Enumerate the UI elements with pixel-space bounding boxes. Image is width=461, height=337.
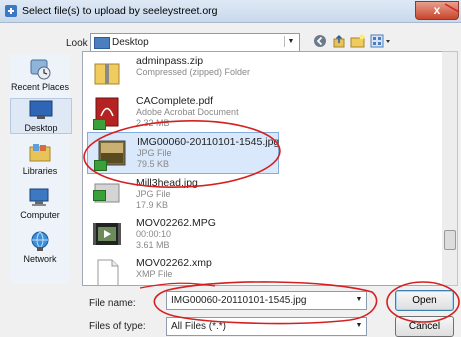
place-label: Recent Places bbox=[10, 82, 70, 92]
checkmark-icon bbox=[93, 190, 106, 201]
window-title: Select file(s) to upload by seeleystreet… bbox=[22, 5, 218, 17]
place-desktop[interactable]: Desktop bbox=[10, 98, 72, 134]
place-label: Libraries bbox=[22, 166, 58, 176]
file-type: JPG File bbox=[137, 148, 172, 158]
file-size: 79.5 KB bbox=[137, 159, 170, 169]
filename-input[interactable]: IMG00060-20110101-1545.jpg ▼ bbox=[166, 291, 367, 310]
place-network[interactable]: Network bbox=[10, 230, 70, 264]
list-item[interactable]: Mill3head.jpg JPG File 17.9 KB bbox=[83, 174, 443, 214]
list-item[interactable]: CAComplete.pdf Adobe Acrobat Document 2.… bbox=[83, 92, 443, 132]
place-label: Desktop bbox=[24, 123, 58, 133]
places-bar: Recent Places Desktop Libraries Computer… bbox=[10, 54, 72, 284]
list-item[interactable]: MOV02262.MPG 00:00:10 3.61 MB bbox=[83, 214, 443, 254]
video-file-icon bbox=[93, 223, 121, 245]
file-list[interactable]: adminpass.zip Compressed (zipped) Folder… bbox=[82, 51, 444, 286]
desktop-icon bbox=[29, 100, 53, 119]
list-item-selected[interactable]: IMG00060-20110101-1545.jpg JPG File 79.5… bbox=[87, 132, 279, 174]
checkmark-icon bbox=[93, 119, 106, 130]
chevron-down-icon[interactable]: ▼ bbox=[354, 320, 364, 332]
libraries-icon bbox=[29, 144, 51, 162]
place-label: Network bbox=[23, 254, 57, 264]
document-icon bbox=[97, 259, 119, 285]
filetype-value: All Files (*.*) bbox=[171, 321, 227, 332]
new-folder-icon[interactable] bbox=[350, 34, 366, 48]
file-type: XMP File bbox=[136, 269, 173, 279]
filetype-label: Files of type: bbox=[89, 321, 146, 332]
recent-places-icon bbox=[30, 59, 51, 80]
file-size: 17.9 KB bbox=[136, 200, 169, 210]
chevron-down-icon[interactable]: ▼ bbox=[354, 294, 364, 306]
filename-label: File name: bbox=[89, 298, 136, 309]
cancel-button[interactable]: Cancel bbox=[395, 316, 454, 337]
title-bar: Select file(s) to upload by seeleystreet… bbox=[0, 0, 461, 23]
filetype-select[interactable]: All Files (*.*) ▼ bbox=[166, 317, 367, 336]
scrollbar-thumb[interactable] bbox=[444, 230, 456, 250]
file-type: Compressed (zipped) Folder bbox=[136, 67, 251, 77]
zip-folder-icon bbox=[94, 63, 120, 85]
desktop-folder-icon bbox=[94, 37, 110, 49]
file-name: IMG00060-20110101-1545.jpg bbox=[137, 136, 280, 148]
file-name: Mill3head.jpg bbox=[136, 177, 198, 189]
computer-icon bbox=[29, 188, 49, 206]
app-icon bbox=[5, 5, 17, 17]
vertical-scrollbar[interactable] bbox=[442, 51, 458, 286]
file-name: CAComplete.pdf bbox=[136, 95, 214, 107]
list-item[interactable]: adminpass.zip Compressed (zipped) Folder bbox=[83, 52, 443, 92]
place-computer[interactable]: Computer bbox=[10, 186, 70, 220]
file-duration: 00:00:10 bbox=[136, 229, 172, 239]
up-folder-icon[interactable] bbox=[332, 34, 346, 48]
close-button[interactable]: x bbox=[415, 1, 459, 20]
file-name: adminpass.zip bbox=[136, 55, 204, 67]
file-type: JPG File bbox=[136, 189, 171, 199]
file-type: Adobe Acrobat Document bbox=[136, 107, 239, 117]
back-icon[interactable] bbox=[313, 34, 327, 48]
file-size: 3.61 MB bbox=[136, 240, 170, 250]
lookin-value: Desktop bbox=[112, 37, 149, 48]
network-icon bbox=[31, 231, 49, 251]
filename-value: IMG00060-20110101-1545.jpg bbox=[171, 295, 307, 306]
place-libraries[interactable]: Libraries bbox=[10, 142, 70, 176]
place-label: Computer bbox=[20, 210, 60, 220]
checkmark-icon bbox=[94, 160, 107, 171]
list-item[interactable]: MOV02262.xmp XMP File bbox=[83, 254, 443, 285]
views-icon[interactable] bbox=[370, 34, 392, 48]
file-name: MOV02262.xmp bbox=[136, 257, 212, 269]
place-recent-places[interactable]: Recent Places bbox=[10, 58, 70, 92]
file-name: MOV02262.MPG bbox=[136, 217, 216, 229]
open-button[interactable]: Open bbox=[395, 290, 454, 311]
lookin-dropdown[interactable]: Desktop ▼ bbox=[90, 33, 300, 52]
chevron-down-icon[interactable]: ▼ bbox=[284, 36, 297, 47]
file-size: 2.32 MB bbox=[136, 118, 170, 128]
